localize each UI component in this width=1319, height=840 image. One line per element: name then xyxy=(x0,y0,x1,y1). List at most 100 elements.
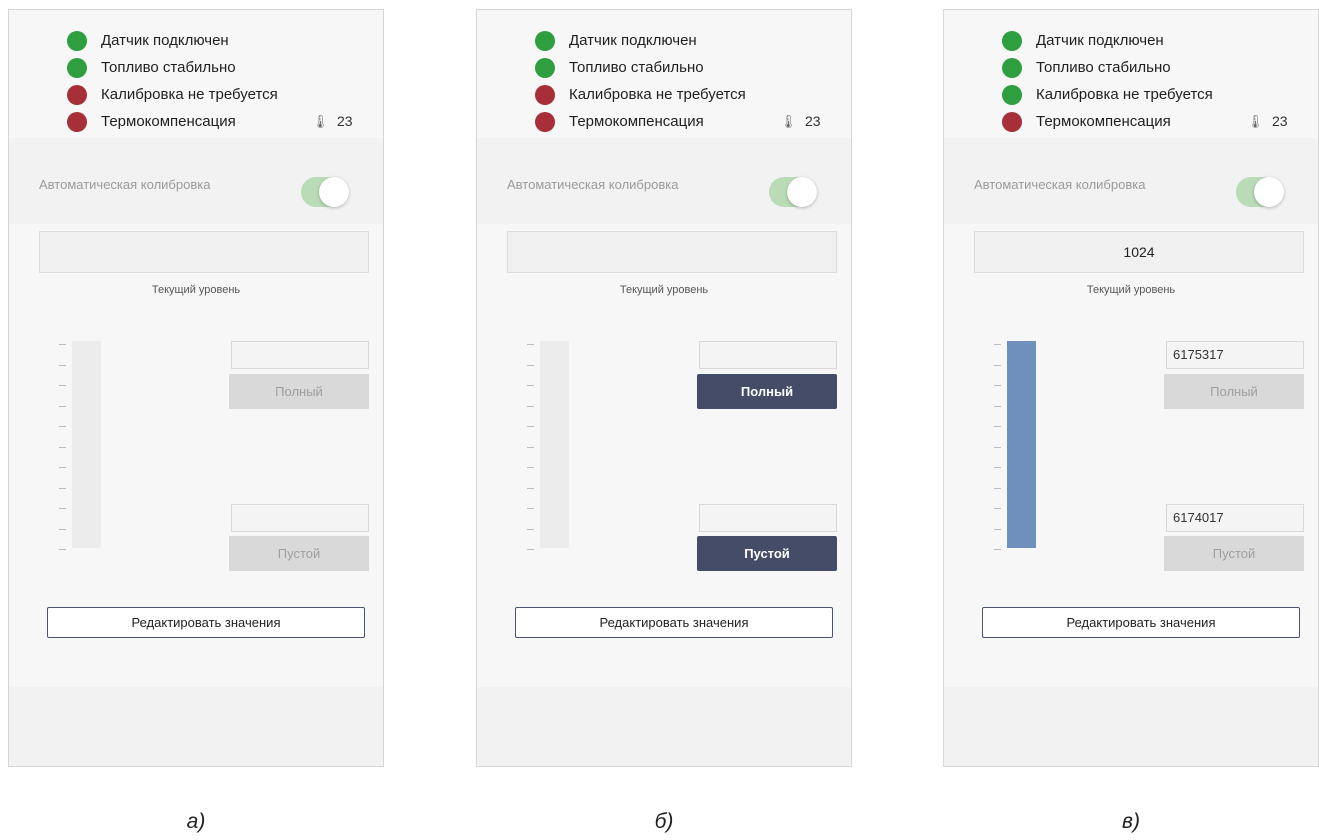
full-value-field[interactable] xyxy=(231,341,369,369)
status-row: Термокомпенсация 🌡︎ 23 xyxy=(67,112,367,132)
gauge-tick xyxy=(527,528,534,530)
gauge-tick xyxy=(994,467,1001,468)
gauge-tick xyxy=(59,467,66,468)
status-label: Датчик подключен xyxy=(1036,32,1164,49)
auto-calibration-toggle[interactable] xyxy=(1236,177,1284,207)
figure-caption: б) xyxy=(654,810,674,833)
gauge-tick xyxy=(59,364,66,366)
status-list: Датчик подключен Топливо стабильно Калиб… xyxy=(944,10,1318,138)
full-button[interactable]: Полный xyxy=(1164,374,1304,409)
full-button[interactable]: Полный xyxy=(229,374,369,409)
calibration-panel-b: Датчик подключен Топливо стабильно Калиб… xyxy=(476,9,852,767)
gauge-tick xyxy=(527,344,534,345)
status-indicator-icon xyxy=(535,31,555,51)
empty-button[interactable]: Пустой xyxy=(697,536,837,571)
gauge-tick xyxy=(527,487,534,489)
gauge-tick xyxy=(59,385,66,386)
status-list: Датчик подключен Топливо стабильно Калиб… xyxy=(9,10,383,138)
gauge-tick xyxy=(994,446,1001,448)
gauge-tick xyxy=(527,405,534,407)
status-indicator-icon xyxy=(535,58,555,78)
auto-calibration-toggle[interactable] xyxy=(769,177,817,207)
status-label: Термокомпенсация xyxy=(569,113,704,130)
temperature-value: 23 xyxy=(1272,113,1288,129)
gauge-tick xyxy=(527,446,534,448)
gauge-tick xyxy=(527,508,534,509)
gauge-tick xyxy=(527,385,534,386)
calibration-panel-c: Датчик подключен Топливо стабильно Калиб… xyxy=(943,9,1319,767)
gauge-tick xyxy=(994,487,1001,489)
status-label: Калибровка не требуется xyxy=(101,86,278,103)
gauge-tick xyxy=(59,487,66,489)
status-indicator-icon xyxy=(1002,85,1022,105)
level-gauge xyxy=(527,341,572,551)
current-level-label: Текущий уровень xyxy=(151,284,241,296)
status-row: Термокомпенсация 🌡︎ 23 xyxy=(535,112,835,132)
current-level-label: Текущий уровень xyxy=(1086,284,1176,296)
gauge-tick xyxy=(59,446,66,448)
gauge-tick xyxy=(527,549,534,550)
level-section: Текущий уровень Полный Пустой Редактиров… xyxy=(477,224,851,687)
auto-calibration-label: Автоматическая колибровка xyxy=(974,177,1146,192)
gauge-tick xyxy=(59,344,66,345)
status-label: Датчик подключен xyxy=(101,32,229,49)
status-label: Топливо стабильно xyxy=(569,59,704,76)
auto-calibration-label: Автоматическая колибровка xyxy=(39,177,211,192)
status-label: Калибровка не требуется xyxy=(1036,86,1213,103)
level-gauge xyxy=(59,341,104,551)
gauge-tick xyxy=(59,528,66,530)
gauge-tick xyxy=(994,364,1001,366)
current-level-display: 1024 xyxy=(974,231,1304,273)
gauge-tick xyxy=(527,467,534,468)
edit-values-button[interactable]: Редактировать значения xyxy=(982,607,1300,638)
thermometer-icon: 🌡︎ xyxy=(1247,114,1264,129)
temperature-value: 23 xyxy=(337,113,353,129)
gauge-tick xyxy=(527,364,534,366)
level-bar-track xyxy=(72,341,101,548)
status-row: Термокомпенсация 🌡︎ 23 xyxy=(1002,112,1302,132)
full-button[interactable]: Полный xyxy=(697,374,837,409)
gauge-tick xyxy=(59,508,66,509)
status-indicator-icon xyxy=(535,112,555,132)
edit-values-button[interactable]: Редактировать значения xyxy=(515,607,833,638)
status-indicator-icon xyxy=(1002,58,1022,78)
status-indicator-icon xyxy=(67,112,87,132)
empty-value-field[interactable]: 6174017 xyxy=(1166,504,1304,532)
figure-caption: в) xyxy=(1122,810,1140,833)
gauge-tick xyxy=(994,528,1001,530)
toggle-knob xyxy=(1254,177,1284,207)
status-label: Датчик подключен xyxy=(569,32,697,49)
gauge-tick xyxy=(994,344,1001,345)
edit-values-button[interactable]: Редактировать значения xyxy=(47,607,365,638)
auto-calibration-label: Автоматическая колибровка xyxy=(507,177,679,192)
status-indicator-icon xyxy=(67,85,87,105)
empty-value-field[interactable] xyxy=(699,504,837,532)
empty-button[interactable]: Пустой xyxy=(1164,536,1304,571)
status-indicator-icon xyxy=(1002,112,1022,132)
status-label: Термокомпенсация xyxy=(101,113,236,130)
current-level-display xyxy=(39,231,369,273)
gauge-tick xyxy=(994,426,1001,427)
empty-button[interactable]: Пустой xyxy=(229,536,369,571)
empty-value-field[interactable] xyxy=(231,504,369,532)
status-list: Датчик подключен Топливо стабильно Калиб… xyxy=(477,10,851,138)
toggle-knob xyxy=(787,177,817,207)
status-indicator-icon xyxy=(535,85,555,105)
level-section: Текущий уровень Полный Пустой Редактиров… xyxy=(9,224,383,687)
current-level-label: Текущий уровень xyxy=(619,284,709,296)
figure-caption: а) xyxy=(186,810,206,833)
gauge-tick xyxy=(994,405,1001,407)
full-value-field[interactable]: 6175317 xyxy=(1166,341,1304,369)
level-bar-fill xyxy=(1007,341,1036,548)
temperature-value: 23 xyxy=(805,113,821,129)
gauge-tick xyxy=(994,549,1001,550)
full-value-field[interactable] xyxy=(699,341,837,369)
status-indicator-icon xyxy=(67,58,87,78)
toggle-knob xyxy=(319,177,349,207)
status-label: Калибровка не требуется xyxy=(569,86,746,103)
level-bar-track xyxy=(540,341,569,548)
gauge-tick xyxy=(59,549,66,550)
thermometer-icon: 🌡︎ xyxy=(312,114,329,129)
level-gauge xyxy=(994,341,1039,551)
auto-calibration-toggle[interactable] xyxy=(301,177,349,207)
